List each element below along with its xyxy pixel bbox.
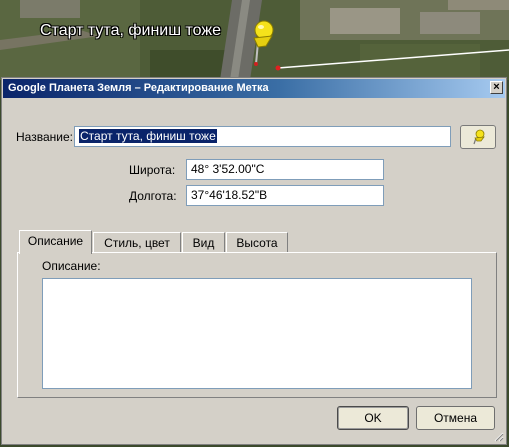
- pushpin-icon: [473, 129, 485, 145]
- tab-view[interactable]: Вид: [182, 232, 225, 252]
- placemark-pin-icon[interactable]: [246, 18, 278, 68]
- description-label: Описание:: [42, 259, 101, 273]
- map-view[interactable]: Старт тута, финиш тоже: [0, 0, 509, 80]
- name-input-value: Старт тута, финиш тоже: [79, 129, 217, 143]
- longitude-label: Долгота:: [129, 189, 177, 203]
- name-label: Название:: [16, 130, 73, 144]
- latitude-label: Широта:: [129, 163, 176, 177]
- screen: Старт тута, финиш тоже Google Планета Зе…: [0, 0, 509, 447]
- latitude-input[interactable]: 48° 3'52.00"С: [186, 159, 384, 180]
- name-input[interactable]: Старт тута, финиш тоже: [74, 126, 451, 147]
- placemark-label[interactable]: Старт тута, финиш тоже: [40, 22, 221, 40]
- resize-grip-icon[interactable]: [493, 431, 504, 442]
- ok-button[interactable]: OK: [337, 406, 409, 430]
- description-tab-panel: Описание:: [17, 252, 497, 398]
- tab-altitude[interactable]: Высота: [226, 232, 288, 252]
- description-textarea[interactable]: [42, 278, 472, 389]
- tab-description[interactable]: Описание: [19, 230, 92, 254]
- dialog-titlebar[interactable]: Google Планета Земля – Редактирование Ме…: [3, 79, 505, 98]
- edit-placemark-dialog: Google Планета Земля – Редактирование Ме…: [1, 77, 507, 445]
- tab-style-color[interactable]: Стиль, цвет: [93, 232, 181, 252]
- close-button[interactable]: ×: [490, 81, 503, 94]
- icon-picker-button[interactable]: [460, 125, 496, 149]
- cancel-button[interactable]: Отмена: [416, 406, 495, 430]
- dialog-title: Google Планета Земля – Редактирование Ме…: [8, 82, 269, 94]
- longitude-input[interactable]: 37°46'18.52"В: [186, 185, 384, 206]
